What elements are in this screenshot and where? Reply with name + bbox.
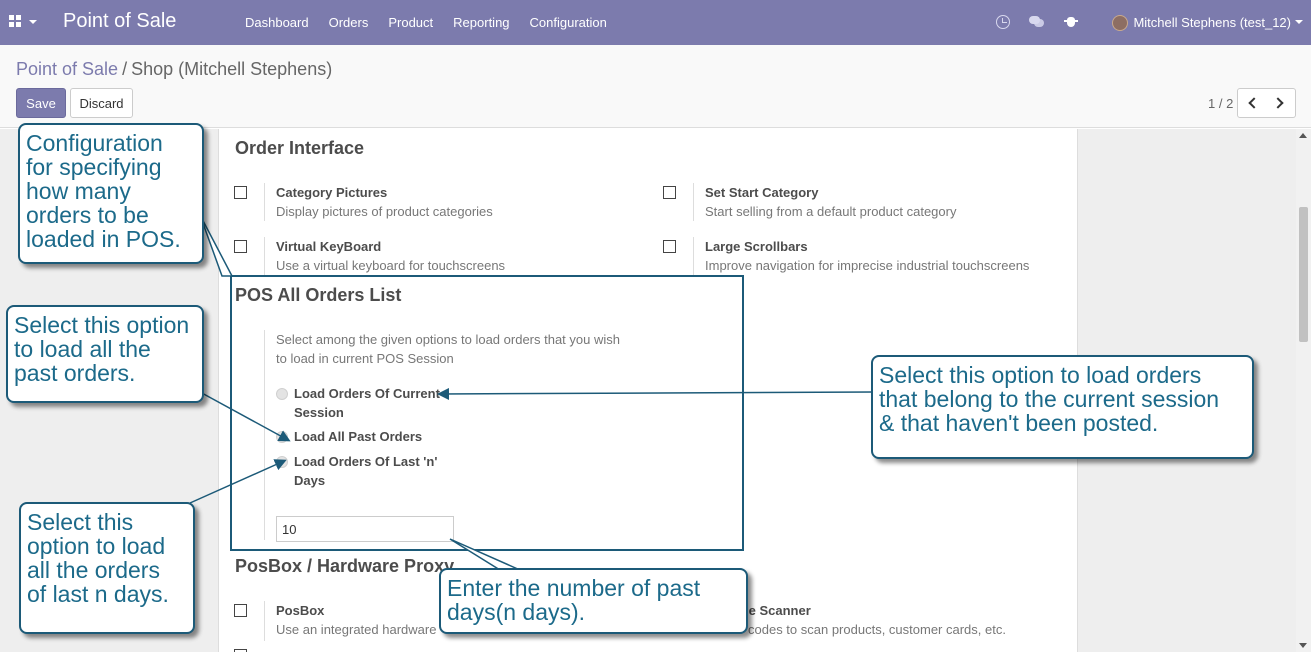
breadcrumb: Point of Sale / Shop (Mitchell Stephens): [16, 59, 332, 80]
scroll-up-icon[interactable]: [1299, 133, 1307, 138]
chevron-left-icon: [1248, 97, 1260, 109]
save-button[interactable]: Save: [16, 88, 66, 118]
chevron-right-icon: [1272, 97, 1284, 109]
avatar: [1112, 14, 1129, 31]
option-label: Virtual KeyBoard: [276, 239, 382, 254]
option-divider: [264, 237, 265, 275]
checkbox-virtual-keyboard[interactable]: [234, 240, 247, 253]
chat-icon[interactable]: [1029, 14, 1045, 30]
menu-dashboard[interactable]: Dashboard: [235, 0, 319, 45]
callout-all-past: Select this option to load all the past or…: [6, 305, 204, 403]
option-label: Set Start Category: [705, 185, 819, 200]
scroll-down-icon[interactable]: [1299, 643, 1307, 648]
option-description: Use an integrated hardware: [276, 622, 437, 637]
callout-current-session: Select this option to load orders that be…: [871, 355, 1254, 459]
breadcrumb-root[interactable]: Point of Sale: [16, 59, 118, 79]
clock-icon[interactable]: [995, 14, 1011, 30]
checkbox-large-scrollbars[interactable]: [663, 240, 676, 253]
main-menu: Dashboard Orders Product Reporting Confi…: [235, 0, 617, 45]
orders-list-highlight: [230, 275, 744, 551]
option-label: Large Scrollbars: [705, 239, 808, 254]
bug-icon[interactable]: [1063, 14, 1079, 30]
caret-down-icon: [1295, 20, 1303, 24]
option-label: le Scanner: [745, 603, 811, 618]
apps-menu-button[interactable]: [9, 13, 39, 31]
option-divider: [693, 237, 694, 275]
section-title-order-interface: Order Interface: [235, 138, 365, 158]
scroll-thumb[interactable]: [1299, 207, 1308, 342]
option-divider: [693, 183, 694, 221]
menu-configuration[interactable]: Configuration: [520, 0, 617, 45]
menu-reporting[interactable]: Reporting: [443, 0, 519, 45]
callout-n-days: Enter the number of past days(n days).: [439, 568, 748, 634]
app-brand: Point of Sale: [63, 10, 177, 32]
vertical-scrollbar[interactable]: [1296, 129, 1311, 652]
option-description: Display pictures of product categories: [276, 204, 493, 219]
pager-value: 1 / 2: [1208, 96, 1234, 111]
option-label: Category Pictures: [276, 185, 388, 200]
user-menu[interactable]: Mitchell Stephens (test_12): [1112, 0, 1303, 45]
breadcrumb-separator: /: [122, 59, 128, 79]
option-divider: [264, 601, 265, 641]
option-label: PosBox: [276, 603, 325, 618]
option-description: Start selling from a default product cat…: [705, 204, 957, 219]
option-description: Improve navigation for imprecise industr…: [705, 258, 1030, 273]
checkbox-posbox[interactable]: [234, 604, 247, 617]
menu-product[interactable]: Product: [378, 0, 443, 45]
grid-icon: [9, 15, 22, 28]
option-description: Use a virtual keyboard for touchscreens: [276, 258, 506, 273]
pager-previous-button[interactable]: [1237, 88, 1267, 118]
option-divider: [264, 183, 265, 221]
checkbox-set-start-category[interactable]: [663, 186, 676, 199]
pager-next-button[interactable]: [1266, 88, 1296, 118]
section-title-posbox: PosBox / Hardware Proxy: [235, 556, 455, 576]
control-panel: Point of Sale / Shop (Mitchell Stephens) S…: [0, 45, 1311, 128]
option-description: codes to scan products, customer cards, …: [748, 622, 1006, 637]
user-name: Mitchell Stephens (test_12): [1133, 15, 1291, 30]
caret-down-icon: [29, 20, 37, 24]
callout-config: Configuration for specifying how many order…: [18, 123, 204, 264]
top-navbar: Point of Sale Dashboard Orders Product R…: [0, 0, 1311, 45]
breadcrumb-current: Shop (Mitchell Stephens): [131, 59, 333, 79]
menu-orders[interactable]: Orders: [319, 0, 379, 45]
checkbox-category-pictures[interactable]: [234, 186, 247, 199]
callout-last-n-days: Select this option to load all the orders o…: [19, 502, 195, 634]
discard-button[interactable]: Discard: [70, 88, 133, 118]
